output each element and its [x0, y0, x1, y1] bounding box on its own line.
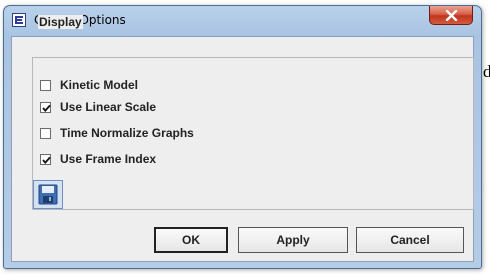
save-button[interactable] [33, 180, 63, 209]
option-use-frame-index[interactable]: Use Frame Index [40, 151, 156, 167]
background-window-text: d [483, 62, 490, 81]
kinetic-model-label: Kinetic Model [60, 78, 139, 92]
app-icon [12, 13, 26, 27]
save-icon [38, 184, 58, 205]
option-time-normalize-graphs[interactable]: Time Normalize Graphs [40, 125, 194, 141]
checkmark-icon [42, 156, 51, 164]
apply-button[interactable]: Apply [238, 227, 348, 253]
option-use-linear-scale[interactable]: Use Linear Scale [40, 99, 156, 115]
use-frame-index-checkbox[interactable] [40, 153, 51, 165]
use-linear-scale-checkbox[interactable] [40, 101, 51, 113]
use-frame-index-label: Use Frame Index [60, 152, 157, 166]
use-linear-scale-label: Use Linear Scale [60, 100, 157, 114]
close-button[interactable] [429, 6, 473, 25]
close-icon [445, 10, 458, 21]
kinetic-model-checkbox[interactable] [40, 79, 51, 91]
ok-button[interactable]: OK [154, 227, 228, 253]
display-group-legend: Display [38, 15, 83, 29]
option-kinetic-model[interactable]: Kinetic Model [40, 77, 138, 93]
time-normalize-graphs-checkbox[interactable] [40, 127, 51, 139]
time-normalize-graphs-label: Time Normalize Graphs [60, 126, 194, 140]
checkmark-icon [42, 104, 51, 112]
cancel-button[interactable]: Cancel [356, 227, 464, 253]
